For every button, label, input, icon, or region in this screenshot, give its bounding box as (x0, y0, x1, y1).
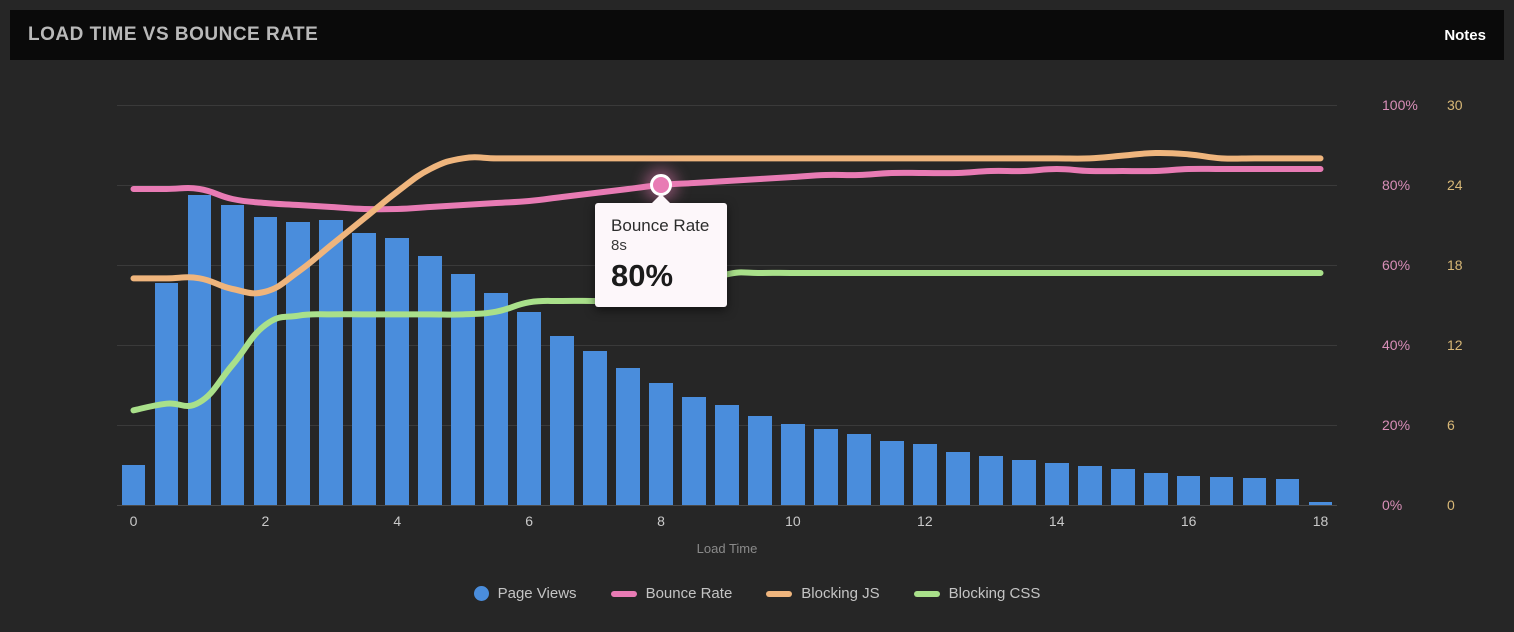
bar[interactable] (550, 336, 574, 505)
bar[interactable] (187, 195, 212, 505)
legend-label: Blocking JS (801, 585, 880, 602)
bar[interactable] (847, 434, 871, 505)
legend-item-blocking-css[interactable]: Blocking CSS (913, 585, 1041, 602)
x-axis-tick-label: 12 (917, 513, 933, 529)
legend-item-blocking-js[interactable]: Blocking JS (766, 585, 880, 602)
y-axis-tick-label: 6 (1447, 417, 1455, 433)
gridline (117, 185, 1337, 186)
bar[interactable] (781, 424, 805, 505)
bar[interactable] (682, 397, 706, 505)
y-axis-tick-label: 80% (1382, 177, 1411, 193)
legend-dot-icon (473, 586, 489, 601)
bar[interactable] (1275, 479, 1300, 505)
y-axis-tick-label: 0% (1382, 497, 1403, 513)
x-axis-tick-label: 6 (525, 513, 534, 529)
y-axis-tick-label: 60% (1382, 257, 1411, 273)
page-title: LOAD TIME VS BOUNCE RATE (28, 24, 319, 45)
y-axis-tick-label: 30 (1447, 97, 1463, 113)
tooltip-subtitle: 8s (611, 237, 627, 255)
bar[interactable] (154, 283, 179, 505)
x-axis-tick-label: 18 (1312, 513, 1329, 529)
legend-line-icon (610, 590, 637, 597)
x-axis-tick-label: 14 (1048, 513, 1065, 529)
legend-item-page-views[interactable]: Page Views (473, 585, 577, 602)
hover-point-marker[interactable] (650, 174, 673, 196)
y-axis-tick-label: 18 (1447, 257, 1463, 273)
x-axis-tick-label: 2 (261, 513, 270, 529)
x-axis-tick-label: 8 (657, 513, 665, 529)
plot-area: 080k160k240k320k400k 0%20%40%60%80%100% … (117, 97, 1463, 556)
bar[interactable] (1077, 466, 1102, 505)
legend-label: Bounce Rate (645, 585, 733, 602)
legend-item-bounce-rate[interactable]: Bounce Rate (610, 585, 733, 602)
bar[interactable] (1011, 460, 1036, 505)
chart-app: LOAD TIME VS BOUNCE RATE Notes 080k160k2… (0, 0, 1514, 632)
chart-header: LOAD TIME VS BOUNCE RATE Notes (10, 10, 1504, 60)
bar[interactable] (517, 312, 542, 505)
bar[interactable] (1176, 476, 1201, 505)
bar[interactable] (121, 465, 146, 505)
bar[interactable] (1308, 502, 1333, 505)
bar[interactable] (945, 452, 970, 505)
bar[interactable] (1242, 478, 1267, 505)
bar[interactable] (319, 220, 344, 505)
bar[interactable] (286, 222, 311, 505)
legend-label: Page Views (497, 585, 577, 602)
legend-line-icon (913, 590, 940, 597)
line-bounce-rate (130, 165, 1324, 213)
bar[interactable] (814, 429, 838, 505)
y-axis-tick-label: 0 (1447, 497, 1455, 513)
bar[interactable] (978, 456, 1003, 505)
bar[interactable] (649, 383, 673, 505)
bar[interactable] (912, 444, 937, 505)
x-axis-line (117, 505, 1337, 506)
chart-canvas: 080k160k240k320k400k 0%20%40%60%80%100% … (0, 60, 1514, 632)
bar[interactable] (352, 233, 377, 505)
gridline (117, 105, 1337, 106)
bar[interactable] (418, 256, 443, 505)
x-axis-tick-label: 0 (129, 513, 138, 529)
y-axis-tick-label: 24 (1447, 177, 1463, 193)
y-axis-tick-label: 20% (1382, 417, 1411, 433)
chart-legend: Page Views Bounce Rate Blocking JS Blocking… (0, 585, 1514, 602)
tooltip: Bounce Rate 8s 80% (595, 193, 728, 308)
x-axis-tick-label: 16 (1180, 513, 1197, 529)
bar[interactable] (253, 217, 278, 505)
bar[interactable] (879, 441, 904, 505)
bar[interactable] (385, 238, 410, 505)
bar[interactable] (451, 274, 476, 505)
legend-label: Blocking CSS (948, 585, 1041, 602)
bar[interactable] (1143, 473, 1168, 505)
bar[interactable] (220, 205, 245, 505)
y-axis-tick-label: 40% (1382, 337, 1411, 353)
y-axis-tick-label: 12 (1447, 337, 1463, 353)
y-axis-tick-label: 100% (1382, 97, 1418, 113)
bar[interactable] (1209, 477, 1234, 505)
x-axis-tick-label: 4 (393, 513, 402, 529)
bar[interactable] (484, 293, 509, 505)
bar[interactable] (616, 368, 640, 505)
bar[interactable] (715, 405, 739, 505)
bar[interactable] (748, 416, 772, 505)
bar[interactable] (1044, 463, 1069, 505)
notes-button[interactable]: Notes (1444, 27, 1486, 44)
tooltip-title: Bounce Rate (611, 216, 710, 235)
bar[interactable] (583, 351, 607, 505)
x-axis-tick-label: 10 (785, 513, 801, 529)
tooltip-value: 80% (611, 257, 674, 293)
x-axis-title: Load Time (696, 541, 758, 556)
bar[interactable] (1110, 469, 1135, 505)
legend-line-icon (766, 590, 793, 597)
